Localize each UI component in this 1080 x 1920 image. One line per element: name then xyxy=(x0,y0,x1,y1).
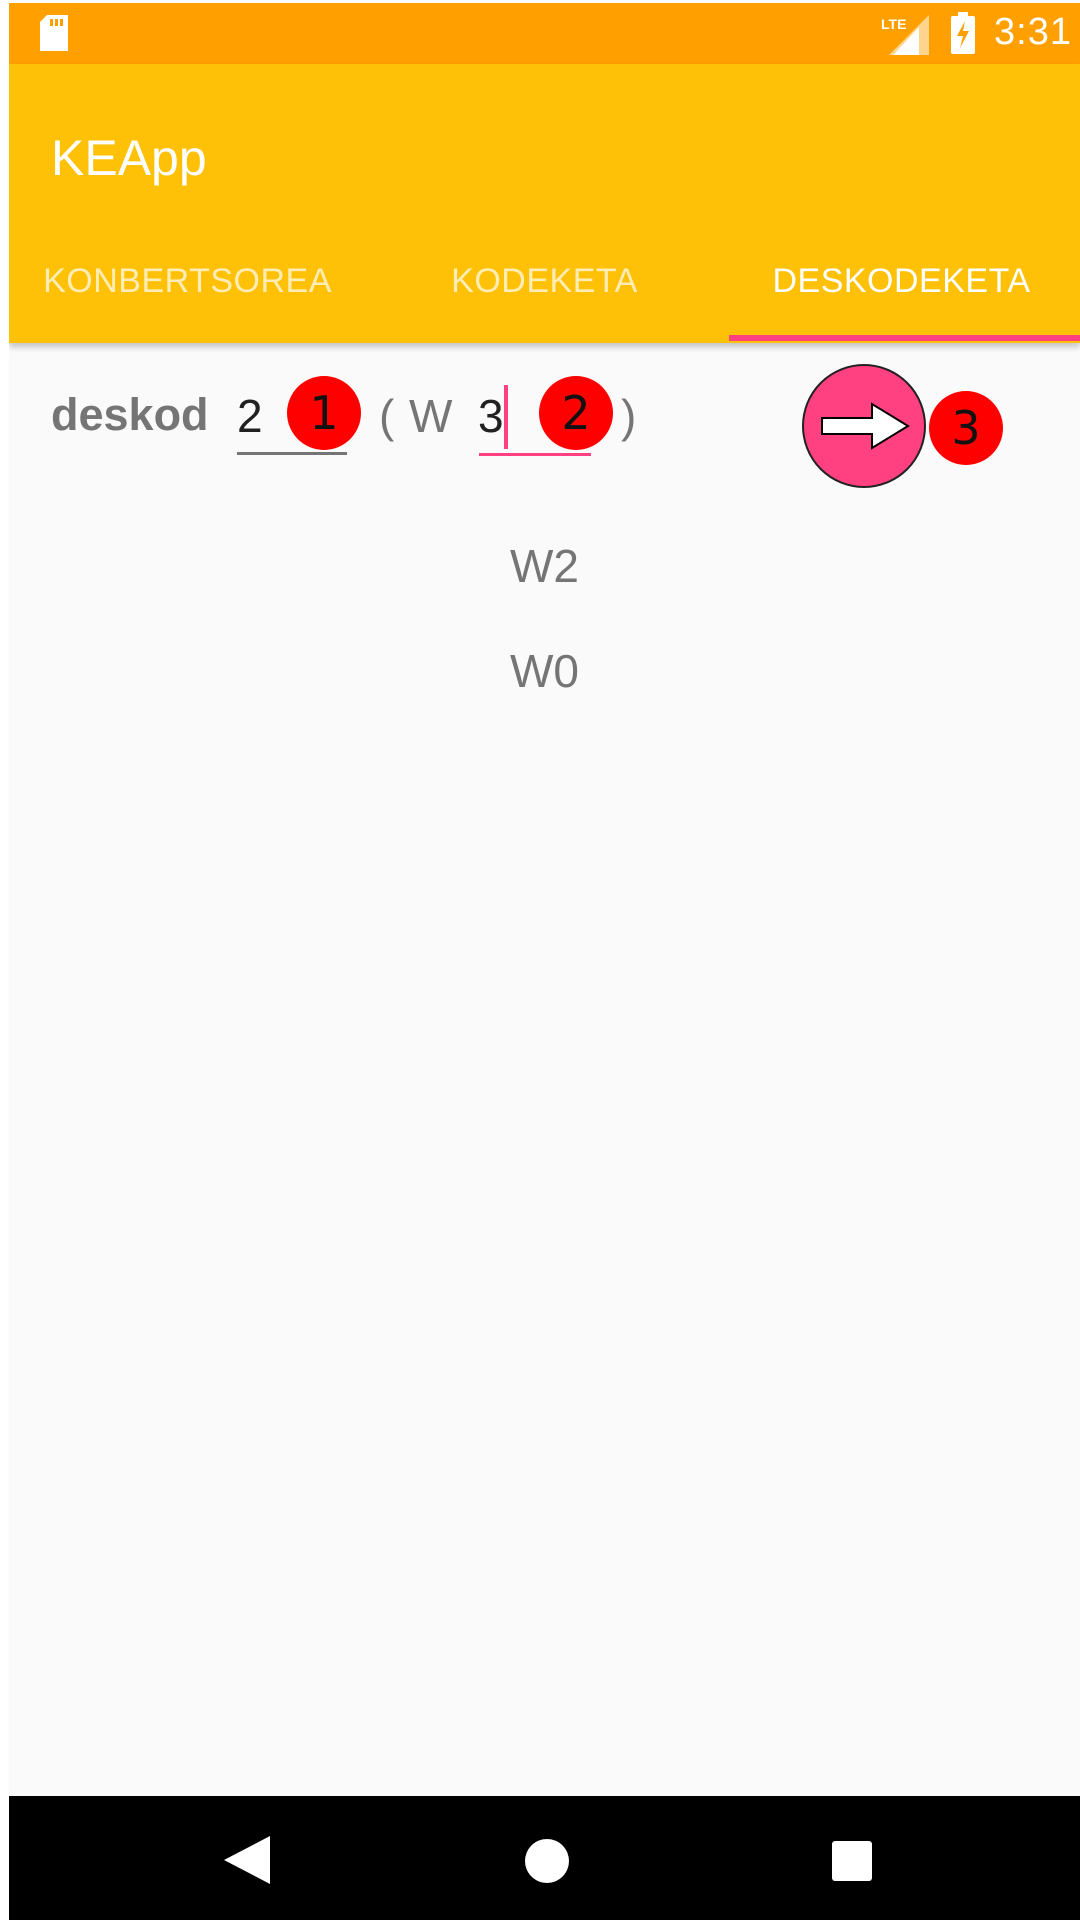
lte-signal-icon: LTE xyxy=(881,15,929,55)
result-item: W2 xyxy=(510,540,579,592)
arrow-right-icon xyxy=(821,402,910,450)
width-input-underline xyxy=(479,453,591,456)
tab-kodeketa[interactable]: KODEKETA xyxy=(366,262,723,301)
text-cursor xyxy=(504,385,508,449)
sd-card-icon xyxy=(40,15,68,51)
value-input-underline xyxy=(237,452,347,455)
decode-label: deskod xyxy=(51,389,209,440)
decode-button[interactable] xyxy=(802,364,926,488)
value-input-text[interactable]: 2 xyxy=(237,389,263,443)
home-icon[interactable] xyxy=(525,1839,569,1883)
selected-tab-indicator xyxy=(729,335,1080,341)
close-paren: ) xyxy=(621,390,637,442)
navigation-bar xyxy=(9,1796,1080,1920)
svg-text:LTE: LTE xyxy=(881,16,906,32)
annotation-badge-2: 2 xyxy=(539,376,613,450)
app-bar: KEApp KONBERTSOREA KODEKETA DESKODEKETA xyxy=(9,64,1080,343)
width-input-text[interactable]: 3 xyxy=(478,389,504,443)
status-bar: LTE 3:31 xyxy=(9,3,1080,64)
battery-charging-icon xyxy=(951,12,975,54)
result-item: W0 xyxy=(510,645,579,697)
annotation-badge-1: 1 xyxy=(287,376,361,450)
tab-konbertsorea[interactable]: KONBERTSOREA xyxy=(9,262,366,301)
app-title: KEApp xyxy=(51,130,207,186)
tab-deskodeketa[interactable]: DESKODEKETA xyxy=(723,262,1080,301)
width-prefix: W xyxy=(409,390,453,442)
status-clock: 3:31 xyxy=(994,11,1072,53)
recents-icon[interactable] xyxy=(832,1841,872,1881)
back-icon[interactable] xyxy=(224,1836,274,1884)
annotation-badge-3: 3 xyxy=(929,391,1003,465)
open-paren: ( xyxy=(379,390,395,442)
app-screen: LTE 3:31 KEApp KONBERTSOREA KODEKETA DES… xyxy=(9,3,1080,1920)
